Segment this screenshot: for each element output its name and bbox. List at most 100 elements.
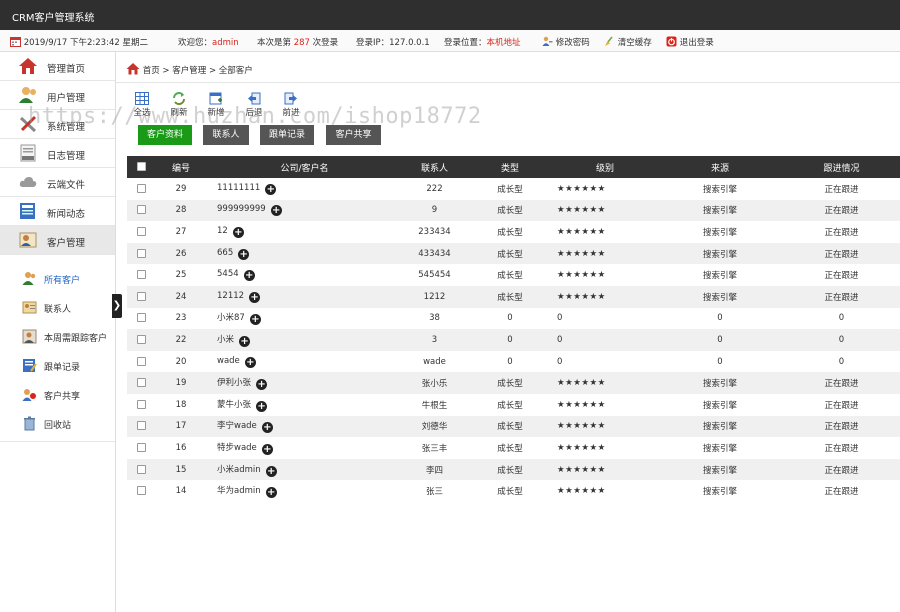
row-checkbox-cell[interactable] <box>127 308 155 330</box>
row-checkbox-cell[interactable] <box>127 394 155 416</box>
expand-plus-icon[interactable]: + <box>232 226 244 238</box>
column-header-company[interactable]: 公司/客户名 <box>207 156 402 178</box>
collapse-sidebar-button[interactable]: ❯ <box>112 294 122 318</box>
sidebar-item-news[interactable]: 新闻动态 <box>0 197 115 226</box>
row-checkbox-cell[interactable] <box>127 221 155 243</box>
sidebar-item-system[interactable]: 系统管理 <box>0 110 115 139</box>
row-checkbox-cell[interactable] <box>127 415 155 438</box>
expand-plus-icon[interactable]: + <box>244 356 256 368</box>
sidebar-item-cloud[interactable]: 云端文件 <box>0 168 115 197</box>
sub-item-all-customers[interactable]: 所有客户 <box>0 264 115 293</box>
column-header-id[interactable]: 编号 <box>155 156 207 178</box>
row-checkbox[interactable] <box>136 205 146 215</box>
expand-plus-icon[interactable]: + <box>256 400 268 412</box>
column-header-level[interactable]: 级别 <box>553 156 657 178</box>
sidebar-item-users[interactable]: 用户管理 <box>0 81 115 110</box>
column-header-source[interactable]: 来源 <box>657 156 783 178</box>
company-name: 小米admin <box>217 464 261 475</box>
sub-item-customer-share[interactable]: 客户共享 <box>0 380 115 409</box>
row-checkbox-cell[interactable] <box>127 480 155 502</box>
expand-plus-icon[interactable]: + <box>261 443 273 455</box>
row-checkbox[interactable] <box>136 270 146 280</box>
forward-button[interactable]: 前进 <box>278 92 304 120</box>
row-checkbox-cell[interactable] <box>127 264 155 286</box>
row-checkbox[interactable] <box>136 313 146 323</box>
expand-plus-icon[interactable]: + <box>261 422 273 434</box>
column-header-contact[interactable]: 联系人 <box>402 156 467 178</box>
expand-plus-icon[interactable]: + <box>265 465 277 477</box>
row-checkbox[interactable] <box>136 486 146 496</box>
table-row[interactable]: 28 999999999 +9 成长型 ★★★★★★ 搜索引擎 正在跟进 <box>127 199 900 222</box>
expand-plus-icon[interactable]: + <box>249 291 261 303</box>
table-row[interactable]: 19 伊利小张 + 张小乐 成长型 ★★★★★★ 搜索引擎 正在跟进 <box>127 372 900 394</box>
row-checkbox-cell[interactable] <box>127 178 155 200</box>
row-checkbox-cell[interactable] <box>127 329 155 351</box>
expand-plus-icon[interactable]: + <box>270 205 282 217</box>
table-row[interactable]: 27 12 +233434 成长型 ★★★★★★ 搜索引擎 正在跟进 <box>127 221 900 243</box>
table-row[interactable]: 20 wade + wade 0 0 0 0 <box>127 351 900 373</box>
change-password-link[interactable]: 修改密码 <box>542 36 590 48</box>
sub-item-follow-records[interactable]: 跟单记录 <box>0 351 115 380</box>
row-checkbox-cell[interactable] <box>127 372 155 394</box>
expand-plus-icon[interactable]: + <box>249 314 261 326</box>
breadcrumb-section[interactable]: 客户管理 <box>172 66 206 76</box>
row-checkbox[interactable] <box>136 442 146 452</box>
customer-icon <box>19 232 37 248</box>
table-row[interactable]: 15 小米admin + 李四 成长型 ★★★★★★ 搜索引擎 正在跟进 <box>127 458 900 481</box>
column-header-status[interactable]: 跟进情况 <box>783 156 900 178</box>
sub-item-recycle-bin[interactable]: 回收站 <box>0 409 115 438</box>
column-header-type[interactable]: 类型 <box>467 156 553 178</box>
tab-customer-info[interactable]: 客户资料 <box>138 125 192 145</box>
refresh-button[interactable]: 刷新 <box>166 92 192 120</box>
table-row[interactable]: 16 特步wade + 张三丰 成长型 ★★★★★★ 搜索引擎 正在跟进 <box>127 437 900 459</box>
row-checkbox[interactable] <box>136 399 146 409</box>
row-checkbox[interactable] <box>136 464 146 474</box>
select-all-checkbox-cell[interactable] <box>127 156 155 178</box>
row-checkbox-cell[interactable] <box>127 437 155 459</box>
table-row[interactable]: 17 李宁wade + 刘德华 成长型 ★★★★★★ 搜索引擎 正在跟进 <box>127 415 900 438</box>
row-checkbox[interactable] <box>136 378 146 388</box>
select-all-checkbox[interactable] <box>136 162 146 171</box>
row-checkbox-cell[interactable] <box>127 458 155 481</box>
expand-plus-icon[interactable]: + <box>265 183 277 195</box>
datetime-text: 2019/9/17 下午2:23:42 星期二 <box>23 38 148 48</box>
row-checkbox[interactable] <box>136 248 146 258</box>
back-button[interactable]: 后退 <box>241 92 267 120</box>
sub-item-weekly-track[interactable]: 本周需跟踪客户 <box>0 322 115 351</box>
table-row[interactable]: 25 5454 +545454 成长型 ★★★★★★ 搜索引擎 正在跟进 <box>127 264 900 286</box>
row-checkbox[interactable] <box>136 291 146 301</box>
table-row[interactable]: 14 华为admin + 张三 成长型 ★★★★★★ 搜索引擎 正在跟进 <box>127 480 900 502</box>
table-row[interactable]: 22 小米 +3 0 0 0 0 <box>127 329 900 351</box>
row-checkbox-cell[interactable] <box>127 351 155 373</box>
table-row[interactable]: 26 665 +433434 成长型 ★★★★★★ 搜索引擎 正在跟进 <box>127 242 900 265</box>
table-row[interactable]: 23 小米87 +38 0 0 0 0 <box>127 308 900 330</box>
tab-customer-share[interactable]: 客户共享 <box>326 125 381 145</box>
expand-plus-icon[interactable]: + <box>243 270 255 282</box>
row-checkbox[interactable] <box>136 421 146 431</box>
row-checkbox-cell[interactable] <box>127 242 155 265</box>
clear-cache-link[interactable]: 清空缓存 <box>604 36 652 48</box>
select-all-button[interactable]: 全选 <box>129 92 155 120</box>
breadcrumb-home[interactable]: 首页 <box>143 66 160 76</box>
row-checkbox[interactable] <box>136 226 146 236</box>
tab-contacts[interactable]: 联系人 <box>203 125 249 145</box>
expand-plus-icon[interactable]: + <box>256 379 268 391</box>
table-row[interactable]: 29 11111111 +222 成长型 ★★★★★★ 搜索引擎 正在跟进 <box>127 178 900 200</box>
expand-plus-icon[interactable]: + <box>239 335 251 347</box>
new-button[interactable]: 新增 <box>203 92 229 120</box>
expand-plus-icon[interactable]: + <box>238 248 250 260</box>
row-checkbox[interactable] <box>136 356 146 366</box>
row-checkbox-cell[interactable] <box>127 199 155 222</box>
tab-follow-records[interactable]: 跟单记录 <box>260 125 314 145</box>
sidebar-item-customers[interactable]: 客户管理 <box>0 226 115 255</box>
logout-link[interactable]: 退出登录 <box>666 36 714 48</box>
sidebar-item-home[interactable]: 管理首页 <box>0 52 115 81</box>
sidebar-item-logs[interactable]: 日志管理 <box>0 139 115 168</box>
row-checkbox-cell[interactable] <box>127 285 155 308</box>
row-checkbox[interactable] <box>136 334 146 344</box>
table-row[interactable]: 18 蒙牛小张 + 牛根生 成长型 ★★★★★★ 搜索引擎 正在跟进 <box>127 394 900 416</box>
sub-item-contacts[interactable]: 联系人 <box>0 293 115 322</box>
table-row[interactable]: 24 12112 +1212 成长型 ★★★★★★ 搜索引擎 正在跟进 <box>127 285 900 308</box>
expand-plus-icon[interactable]: + <box>265 487 277 499</box>
row-checkbox[interactable] <box>136 183 146 193</box>
